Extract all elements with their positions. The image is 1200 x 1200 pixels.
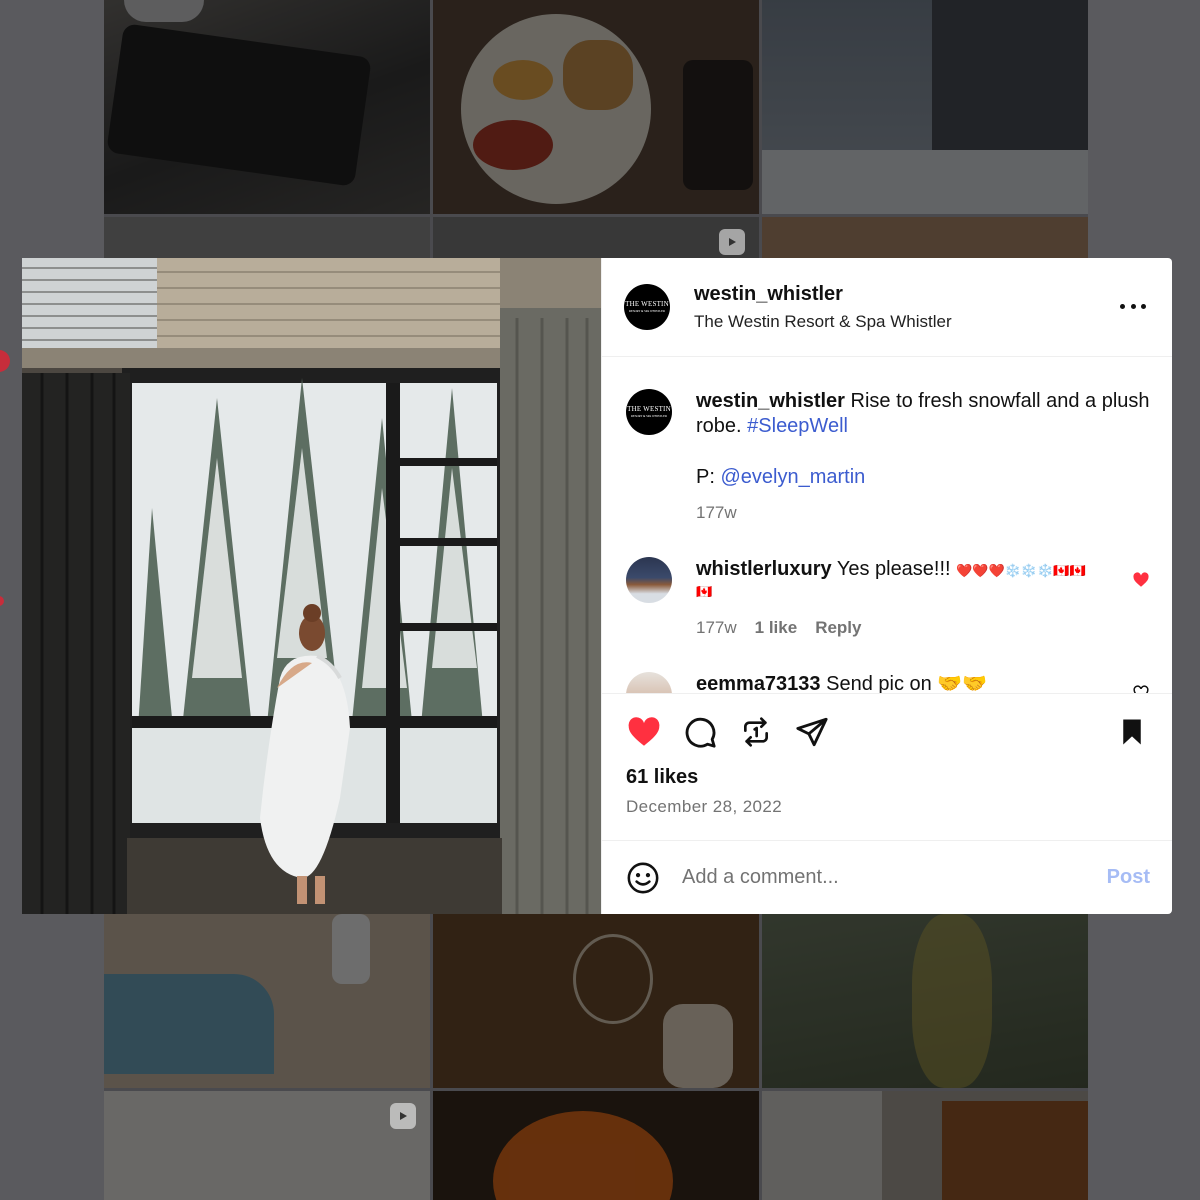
grid-post-reel[interactable] xyxy=(104,1091,430,1200)
logo-subtext: RESORT & SPA WHISTLER xyxy=(630,413,668,418)
caption-time[interactable]: 177w xyxy=(696,500,737,525)
comment-username[interactable]: whistlerluxury xyxy=(696,558,832,580)
grid-post-pool[interactable] xyxy=(104,914,430,1088)
comment-username[interactable]: eemma73133 xyxy=(696,673,821,693)
grid-post-pumpkin[interactable] xyxy=(433,1091,759,1200)
comment-item: eemma73133 Send pic on 🤝🤝 xyxy=(626,672,1150,693)
share-icon[interactable] xyxy=(794,714,830,750)
photo-credit-prefix: P: xyxy=(696,466,715,488)
comment-emojis: 🤝🤝 xyxy=(937,673,988,693)
caption-hashtag[interactable]: #SleepWell xyxy=(747,415,848,437)
caption: THE WESTIN RESORT & SPA WHISTLER westin_… xyxy=(626,389,1150,525)
grid-post-art[interactable] xyxy=(762,1091,1088,1200)
comment-input[interactable] xyxy=(682,866,1107,889)
author-username[interactable]: westin_whistler xyxy=(694,283,952,306)
reply-button[interactable]: Reply xyxy=(815,615,861,640)
reel-icon xyxy=(719,229,745,255)
logo-text: THE WESTIN xyxy=(625,299,669,308)
comment-time[interactable]: 177w xyxy=(696,615,737,640)
grid-post-hotel-exterior[interactable] xyxy=(762,0,1088,214)
grid-post-gym[interactable] xyxy=(104,0,430,214)
comment-like-count[interactable]: 1 like xyxy=(755,615,798,640)
post-photo-illustration xyxy=(22,258,601,914)
post-modal: THE WESTIN RESORT & SPA WHISTLER westin_… xyxy=(22,258,1172,914)
logo-subtext: RESORT & SPA WHISTLER xyxy=(628,308,666,313)
more-options-icon[interactable] xyxy=(1120,296,1146,316)
comment-heart-outline-icon[interactable] xyxy=(1132,684,1150,693)
post-photo xyxy=(22,258,601,914)
post-date[interactable]: December 28, 2022 xyxy=(626,797,1150,817)
grid-post-item[interactable] xyxy=(104,217,430,258)
comment-text: Yes please!!! xyxy=(836,558,951,580)
comment-emojis-wrap: 🇨🇦 xyxy=(696,584,713,599)
comments-list[interactable]: THE WESTIN RESORT & SPA WHISTLER westin_… xyxy=(602,357,1172,693)
photo-credit-handle[interactable]: @evelyn_martin xyxy=(720,466,865,488)
grid-post-item[interactable] xyxy=(762,217,1088,258)
add-comment-bar: Post xyxy=(602,841,1172,914)
comment-text: Send pic on xyxy=(826,673,932,693)
emoji-icon[interactable] xyxy=(626,861,660,895)
post-header: THE WESTIN RESORT & SPA WHISTLER westin_… xyxy=(602,258,1172,357)
post-details-panel: THE WESTIN RESORT & SPA WHISTLER westin_… xyxy=(601,258,1172,914)
comment-icon[interactable] xyxy=(682,714,718,750)
comment-emojis: ❤️❤️❤️❄️❄️❄️🇨🇦🇨🇦 xyxy=(956,563,1086,578)
commenter-avatar[interactable] xyxy=(626,557,672,603)
commenter-avatar[interactable] xyxy=(626,672,672,693)
repost-icon[interactable] xyxy=(738,714,774,750)
grid-post-forest[interactable] xyxy=(762,914,1088,1088)
post-actions: 61 likes December 28, 2022 xyxy=(602,693,1172,841)
post-location[interactable]: The Westin Resort & Spa Whistler xyxy=(694,312,952,332)
grid-post-reel[interactable] xyxy=(433,217,759,258)
caption-username[interactable]: westin_whistler xyxy=(696,390,845,412)
grid-post-breakfast[interactable] xyxy=(433,0,759,214)
post-comment-button[interactable]: Post xyxy=(1107,866,1150,889)
caption-author-avatar[interactable]: THE WESTIN RESORT & SPA WHISTLER xyxy=(626,389,672,435)
comment-item: whistlerluxury Yes please!!! ❤️❤️❤️❄️❄️❄… xyxy=(626,557,1150,640)
heart-icon[interactable] xyxy=(626,714,662,750)
author-avatar[interactable]: THE WESTIN RESORT & SPA WHISTLER xyxy=(624,284,670,330)
likes-count[interactable]: 61 likes xyxy=(626,766,1150,789)
comment-heart-icon[interactable] xyxy=(1132,571,1150,589)
bookmark-icon[interactable] xyxy=(1114,714,1150,750)
reel-icon xyxy=(390,1103,416,1129)
grid-post-champagne[interactable] xyxy=(433,914,759,1088)
logo-text: THE WESTIN xyxy=(627,404,671,413)
